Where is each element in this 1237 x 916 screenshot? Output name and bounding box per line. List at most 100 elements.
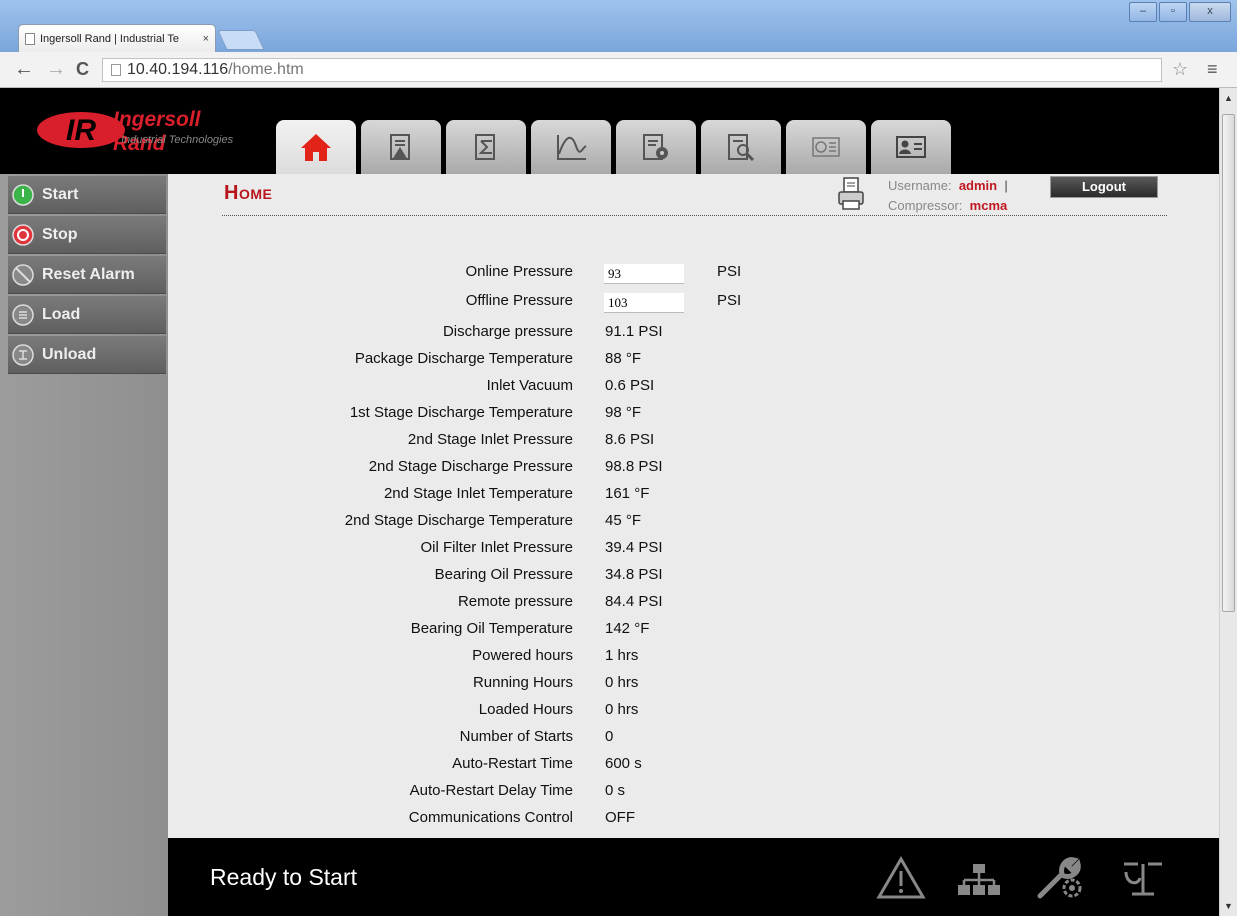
setpoint-label: Online Pressure: [465, 263, 573, 280]
warning-icon[interactable]: [876, 856, 926, 900]
reading-value: 34.8 PSI: [605, 566, 663, 583]
unload-icon: [12, 343, 34, 366]
reading-value: 84.4 PSI: [605, 593, 663, 610]
browser-menu-icon[interactable]: ≡: [1207, 59, 1218, 80]
reading-value: 45 °F: [605, 512, 642, 529]
reading-label: Bearing Oil Temperature: [410, 620, 573, 637]
page-title-text: Home: [224, 182, 273, 204]
maximize-button[interactable]: ▫: [1159, 2, 1187, 22]
start-icon: [12, 183, 34, 206]
reading-label: Bearing Oil Pressure: [434, 566, 573, 583]
unload-label: Unload: [42, 345, 97, 363]
home-icon: [301, 134, 331, 161]
reading-value: 88 °F: [605, 350, 642, 367]
close-window-button[interactable]: x: [1189, 2, 1231, 22]
reload-button[interactable]: C: [76, 59, 89, 80]
id-card-icon: [896, 136, 926, 158]
reading-label: Running Hours: [472, 674, 573, 691]
reading-value: OFF: [605, 809, 635, 826]
bookmark-star-icon[interactable]: ☆: [1172, 59, 1188, 80]
load-button[interactable]: Load: [8, 296, 166, 334]
alarm-document-icon: [390, 134, 410, 160]
page-scrollbar[interactable]: ▲ ▼: [1219, 88, 1237, 916]
user-separator: |: [1004, 178, 1008, 193]
reading-value: 0.6 PSI: [605, 377, 655, 394]
nav-tab-summary[interactable]: [446, 120, 526, 174]
url-host: 10.40.194.116: [127, 61, 229, 78]
reset-alarm-label: Reset Alarm: [42, 265, 135, 283]
reading-label: Discharge pressure: [442, 323, 573, 340]
new-tab-button[interactable]: [217, 30, 265, 50]
nav-tab-home[interactable]: [276, 120, 356, 174]
tab-close-icon[interactable]: ×: [203, 33, 209, 45]
nav-tab-settings[interactable]: [616, 120, 696, 174]
load-icon: [12, 303, 34, 326]
search-document-icon: [728, 134, 755, 162]
chart-icon: [557, 135, 587, 160]
online-pressure-input[interactable]: [604, 264, 684, 284]
reading-value: 0 hrs: [605, 701, 639, 718]
reading-value: 0: [605, 728, 614, 745]
reading-value: 1 hrs: [605, 647, 639, 664]
start-label: Start: [42, 185, 79, 203]
offline-pressure-input[interactable]: [604, 293, 684, 313]
forward-button[interactable]: →: [46, 58, 66, 81]
username-row: Username: admin |: [888, 178, 1008, 193]
browser-tab[interactable]: Ingersoll Rand | Industrial Te ×: [18, 24, 216, 52]
stop-icon: [12, 223, 34, 246]
brand-name: Ingersoll Rand: [113, 108, 201, 155]
username-label: Username:: [888, 178, 952, 193]
unload-button[interactable]: Unload: [8, 336, 166, 374]
reset-alarm-icon: [12, 263, 34, 286]
nav-tab-contact[interactable]: [871, 120, 951, 174]
settings-document-icon: [643, 134, 668, 160]
logout-button[interactable]: Logout: [1050, 176, 1158, 198]
url-path: /home.htm: [228, 61, 304, 78]
nav-tab-trends[interactable]: [531, 120, 611, 174]
scroll-down-arrow-icon[interactable]: ▼: [1222, 900, 1235, 912]
reading-label: 2nd Stage Inlet Pressure: [407, 431, 573, 448]
reading-value: 142 °F: [605, 620, 650, 637]
minimize-button[interactable]: –: [1129, 2, 1157, 22]
scroll-up-arrow-icon[interactable]: ▲: [1222, 92, 1235, 104]
reading-label: 2nd Stage Discharge Temperature: [344, 512, 573, 529]
page-file-icon: [25, 32, 35, 45]
compressor-value: mcma: [969, 198, 1008, 213]
reading-label: Powered hours: [472, 647, 573, 664]
network-icon[interactable]: [956, 858, 1002, 898]
valve-icon[interactable]: [1118, 856, 1168, 900]
back-button[interactable]: ←: [14, 58, 34, 81]
reading-value: 0 s: [605, 782, 626, 799]
reading-label: 2nd Stage Inlet Temperature: [383, 485, 573, 502]
reading-label: Remote pressure: [457, 593, 573, 610]
reading-value: 39.4 PSI: [605, 539, 663, 556]
reset-alarm-button[interactable]: Reset Alarm: [8, 256, 166, 294]
reading-label: Communications Control: [408, 809, 573, 826]
reading-value: 0 hrs: [605, 674, 639, 691]
compressor-label: Compressor:: [888, 198, 963, 213]
setpoint-unit: PSI: [717, 263, 742, 280]
nav-tab-events[interactable]: [701, 120, 781, 174]
stop-label: Stop: [42, 225, 78, 243]
title-divider: [222, 215, 1167, 216]
printer-icon: [838, 177, 864, 210]
machine-icon: [812, 137, 840, 157]
nav-tab-machine[interactable]: [786, 120, 866, 174]
reading-label: Oil Filter Inlet Pressure: [420, 539, 573, 556]
reading-label: 1st Stage Discharge Temperature: [349, 404, 573, 421]
address-bar[interactable]: 10.40.194.116/home.htm: [102, 58, 1162, 82]
reading-label: Number of Starts: [459, 728, 573, 745]
username-value: admin: [958, 178, 998, 193]
window-controls: – ▫ x: [1127, 2, 1231, 22]
setpoint-label: Offline Pressure: [465, 292, 573, 309]
nav-tab-alarms[interactable]: [361, 120, 441, 174]
start-button[interactable]: Start: [8, 176, 166, 214]
page-viewport: IR Ingersoll Rand Industrial Technologie…: [0, 88, 1219, 916]
scroll-thumb[interactable]: [1222, 114, 1235, 612]
setpoint-unit: PSI: [717, 292, 742, 309]
browser-titlebar: Ingersoll Rand | Industrial Te × – ▫ x: [0, 0, 1237, 52]
stop-button[interactable]: Stop: [8, 216, 166, 254]
wrench-gear-icon[interactable]: [1036, 852, 1086, 902]
print-button[interactable]: [836, 176, 866, 212]
status-footer: Ready to Start: [168, 838, 1219, 916]
